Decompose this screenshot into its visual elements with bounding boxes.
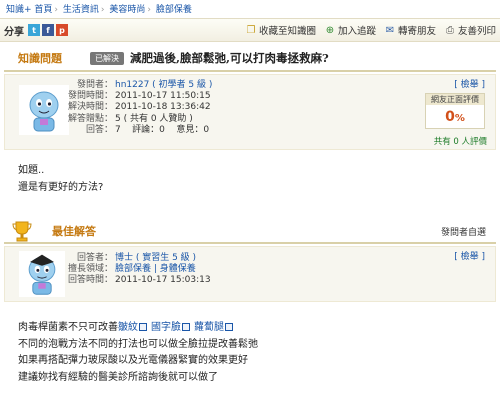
print-button[interactable]: ⎙ 友善列印	[444, 23, 496, 38]
forward-button[interactable]: ✉ 轉寄朋友	[384, 23, 436, 38]
meta-key: 發問時間：	[67, 91, 113, 102]
picked-by: 發問者自選	[440, 228, 486, 238]
twitter-icon[interactable]: t	[28, 24, 40, 36]
reward-points: 5 ( 共有 0 人贊助 )	[115, 113, 193, 124]
rating-header: 網友正面評價	[426, 94, 484, 105]
share-label: 分享	[4, 26, 24, 38]
answer-time: 2011-10-17 15:03:13	[115, 275, 211, 286]
keyword-link[interactable]: 蘿蔔腿	[194, 322, 224, 333]
rating-unit: %	[454, 113, 465, 124]
trophy-icon	[12, 221, 32, 242]
answer-line: 如果再搭配彈力玻尿酸以及光電儀器緊實的效果更好	[18, 355, 248, 366]
keyword-link[interactable]: 皺紋	[118, 322, 138, 333]
breadcrumb-facial-care[interactable]: 臉部保養	[156, 5, 192, 15]
answer-counts: 7 評論：0 意見：0	[115, 124, 210, 135]
rating-count-link[interactable]: 共有 0 人評價	[434, 135, 487, 147]
breadcrumb-life-info[interactable]: 生活資訊	[63, 5, 99, 15]
mail-icon: ✉	[385, 24, 395, 36]
print-label: 友善列印	[457, 26, 496, 37]
breadcrumb-home[interactable]: 知識+ 首頁	[6, 5, 52, 15]
status-badge: 已解決	[90, 51, 124, 65]
rating-number: 0	[445, 109, 455, 125]
meta-key: 擅長領域：	[67, 264, 113, 275]
answer-line: 肉毒桿菌素不只可改善皺紋 國字臉 蘿蔔腿	[18, 320, 258, 337]
question-info-panel: 發問者： hn1227 ( 初學者 5 級 ) 發問時間： 2011-10-17 1…	[4, 74, 496, 150]
best-answer-label: 最佳解答	[52, 225, 96, 238]
question-body-line: 如題..	[18, 165, 45, 176]
facebook-icon[interactable]: f	[42, 24, 54, 36]
breadcrumb-beauty[interactable]: 美容時尚	[109, 5, 145, 15]
follow-button[interactable]: ⊕ 加入追蹤	[324, 23, 376, 38]
solved-time: 2011-10-18 13:36:42	[115, 102, 211, 113]
answer-line: 不同的泡戰方法不同的打法也可以做全臉拉提改善鬆弛	[18, 338, 258, 350]
follow-icon: ⊕	[325, 24, 335, 36]
rating-value: 0%	[426, 105, 484, 131]
keyword-link[interactable]: 國字臉	[151, 322, 181, 333]
question-section-label: 知識問題	[18, 52, 62, 65]
report-question-link[interactable]: [ 檢舉 ]	[454, 77, 485, 90]
asker-link[interactable]: hn1227 ( 初學者 5 級 )	[113, 80, 212, 91]
asked-time: 2011-10-17 11:50:15	[115, 91, 211, 102]
question-body-line: 還是有更好的方法?	[18, 182, 104, 193]
follow-label: 加入追蹤	[337, 26, 376, 37]
answer-body: 肉毒桿菌素不只可改善皺紋 國字臉 蘿蔔腿 不同的泡戰方法不同的打法也可以做全臉拉提改…	[18, 320, 258, 386]
answer-info-panel: 回答者： 博士 ( 實習生 5 級 ) 擅長領域： 臉部保養 | 身體保養 回答時間…	[4, 246, 496, 302]
share-toolbar: 分享 t f p ❐ 收藏至知識圈 ⊕ 加入追蹤 ✉ 轉寄朋友 ⎙ 友善列印	[0, 18, 500, 42]
collect-label: 收藏至知識圈	[258, 26, 316, 37]
meta-key: 回答時間：	[67, 275, 113, 286]
rating-box: 網友正面評價 0%	[425, 93, 485, 129]
expertise-links[interactable]: 臉部保養 | 身體保養	[113, 264, 196, 275]
page-title: 減肥過後,臉部鬆弛,可以打肉毒拯救麻?	[130, 51, 329, 65]
keyword-search-icon[interactable]	[139, 323, 147, 331]
meta-key: 回答者：	[76, 253, 113, 263]
print-icon: ⎙	[445, 24, 454, 36]
best-answer-header: 最佳解答 發問者自選	[4, 216, 496, 244]
keyword-search-icon[interactable]	[182, 323, 190, 331]
forward-label: 轉寄朋友	[397, 26, 436, 37]
meta-key: 解決時間：	[67, 102, 113, 113]
breadcrumb: 知識+ 首頁 › 生活資訊 › 美容時尚 › 臉部保養	[6, 5, 192, 15]
meta-key: 發問者：	[76, 80, 113, 90]
answerer-link[interactable]: 博士 ( 實習生 5 級 )	[113, 253, 196, 264]
question-header: 知識問題 已解決 減肥過後,臉部鬆弛,可以打肉毒拯救麻?	[4, 46, 496, 72]
answer-text: 肉毒桿菌素不只可改善	[18, 322, 118, 333]
collect-button[interactable]: ❐ 收藏至知識圈	[245, 23, 316, 38]
meta-key: 解答贈點：	[67, 113, 113, 124]
question-body: 如題.. 還是有更好的方法?	[18, 162, 103, 196]
meta-key: 回答：	[85, 124, 113, 135]
plurk-icon[interactable]: p	[56, 24, 68, 36]
keyword-search-icon[interactable]	[225, 323, 233, 331]
collect-icon: ❐	[246, 24, 256, 36]
question-meta: 發問者： hn1227 ( 初學者 5 級 ) 發問時間： 2011-10-17 1…	[55, 80, 212, 136]
answer-meta: 回答者： 博士 ( 實習生 5 級 ) 擅長領域： 臉部保養 | 身體保養 回答時間…	[55, 253, 211, 287]
report-answer-link[interactable]: [ 檢舉 ]	[454, 249, 485, 262]
answer-line: 建議妳找有經驗的醫美診所諮詢後就可以做了	[18, 371, 218, 383]
